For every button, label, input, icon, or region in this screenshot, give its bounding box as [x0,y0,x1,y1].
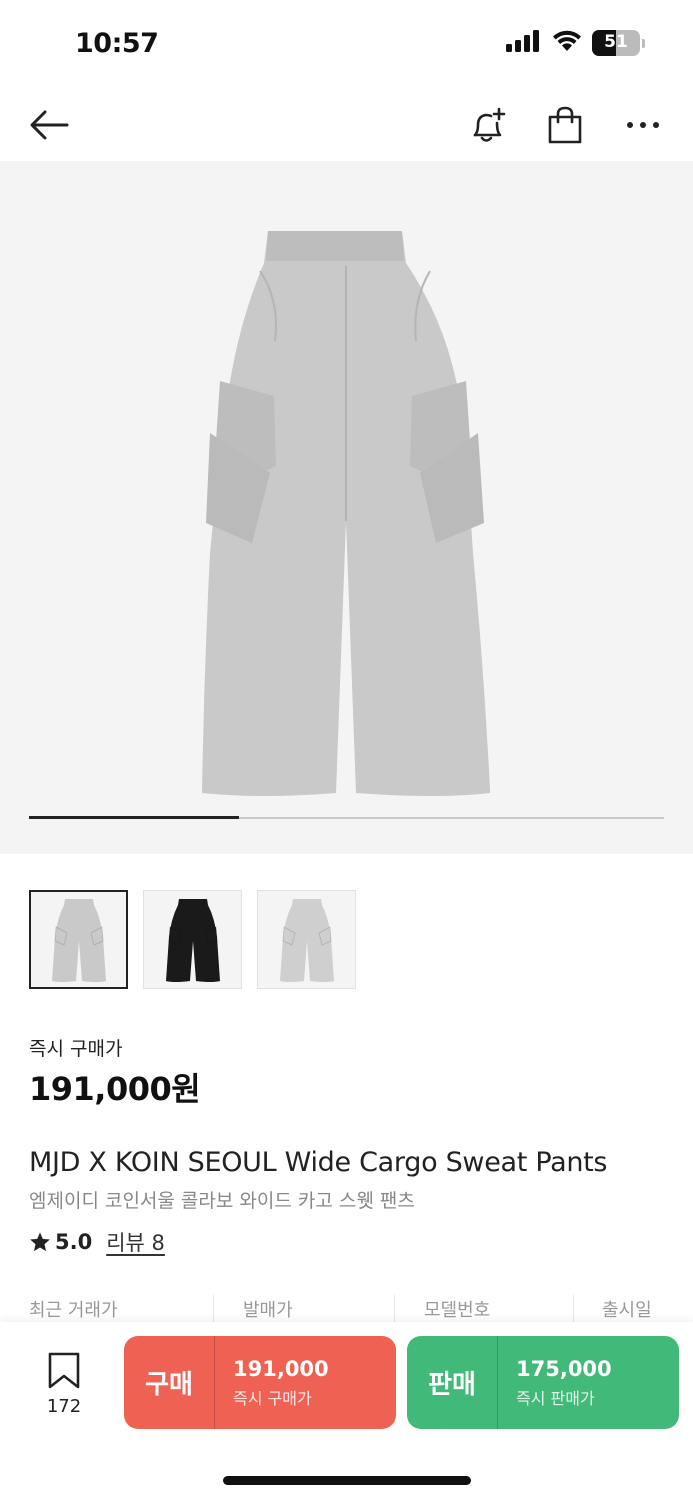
carousel-progress-fill [29,816,239,819]
arrow-left-icon [30,110,69,140]
wifi-icon [552,30,582,56]
divider [213,1295,214,1323]
review-link[interactable]: 리뷰 8 [106,1227,165,1257]
thumb-light-grey[interactable] [257,890,356,989]
rating-value: 5.0 [55,1230,93,1254]
info-model-number-label: 모델번호 [424,1300,491,1321]
thumbnail-pants-image [279,898,334,982]
back-button[interactable] [24,100,74,150]
bottom-action-bar: 172 구매 191,000 즉시 구매가 판매 175,000 즉시 판매가 [0,1322,693,1500]
star-icon [30,1232,50,1252]
price-label: 즉시 구매가 [29,1038,123,1060]
buy-button[interactable]: 구매 191,000 즉시 구매가 [124,1336,396,1429]
bookmark-icon [48,1352,80,1389]
status-time: 10:57 [75,28,159,59]
bookmark-button[interactable]: 172 [38,1352,90,1417]
info-recent-price-label: 최근 거래가 [29,1300,118,1321]
thumb-black[interactable] [143,890,242,989]
more-button[interactable] [618,100,668,150]
buy-amount: 191,000 [233,1356,329,1381]
divider [573,1295,574,1323]
thumbnail-pants-image [51,898,106,982]
signal-icon [506,30,542,56]
status-bar: 10:57 51 [0,0,693,90]
product-image [202,231,490,796]
buy-sub-label: 즉시 구매가 [233,1388,312,1408]
info-release-price-label: 발매가 [243,1300,293,1321]
sell-label: 판매 [428,1370,476,1400]
info-release-date-label: 출시일 [602,1300,652,1321]
nav-bar [0,90,693,160]
bell-plus-icon [473,107,506,142]
sell-sub-label: 즉시 판매가 [516,1388,595,1408]
divider [394,1295,395,1323]
thumbnail-list [29,890,356,989]
status-icons: 51 [506,30,645,56]
product-title: MJD X KOIN SEOUL Wide Cargo Sweat Pants [29,1147,608,1178]
battery-percent: 51 [604,32,628,52]
rating-row: 5.0 리뷰 8 [29,1227,165,1257]
sell-button[interactable]: 판매 175,000 즉시 판매가 [407,1336,679,1429]
carousel-progress-track [29,816,664,819]
home-indicator[interactable] [223,1476,471,1485]
battery-tip [642,38,645,48]
product-image-carousel[interactable] [0,161,693,854]
price: 191,000원 [29,1070,201,1108]
sell-amounts: 175,000 즉시 판매가 [498,1357,612,1409]
more-horizontal-icon [627,122,659,128]
buy-amounts: 191,000 즉시 구매가 [215,1357,329,1409]
buy-label: 구매 [145,1370,193,1400]
product-subtitle: 엠제이디 코인서울 콜라보 와이드 카고 스웻 팬츠 [29,1190,415,1212]
sell-amount: 175,000 [516,1356,612,1381]
thumbnail-pants-image [165,898,220,982]
cart-button[interactable] [540,100,590,150]
battery-icon: 51 [592,30,640,56]
price-alert-button[interactable] [462,100,512,150]
shopping-bag-icon [548,106,582,144]
thumb-grey[interactable] [29,890,128,989]
product-info-row: 최근 거래가 발매가 모델번호 출시일 [0,1290,693,1324]
bookmark-count: 172 [46,1396,82,1417]
